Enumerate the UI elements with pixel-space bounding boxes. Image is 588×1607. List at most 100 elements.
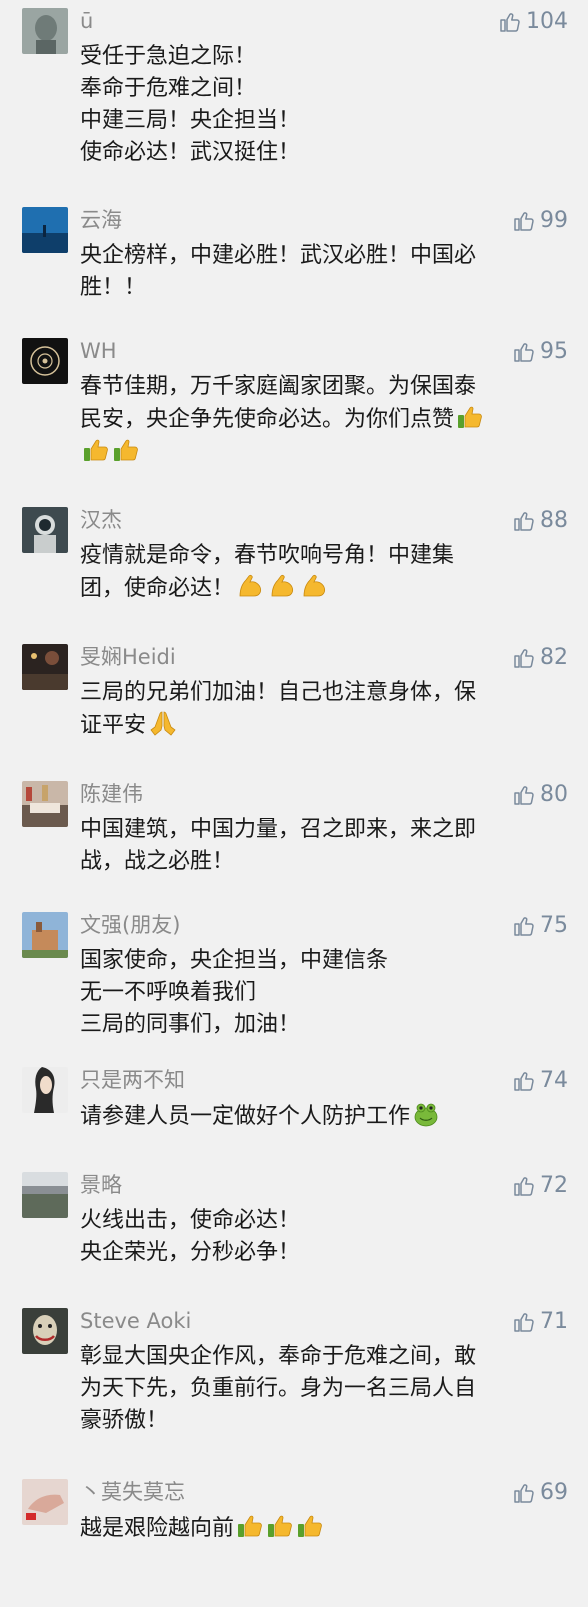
like-count: 69 (540, 1480, 568, 1505)
like-count: 74 (540, 1068, 568, 1093)
comment-line: 彰显大国央企作风，奉命于危难之间，敢 (80, 1344, 477, 1369)
like-count: 104 (526, 9, 568, 34)
comment-text: 受任于急迫之际！ 奉命于危难之间！ 中建三局！央企担当！ 使命必达！武汉挺住！ (80, 41, 560, 169)
avatar[interactable] (22, 912, 68, 958)
thumbs-up-outline-icon (514, 1072, 534, 1091)
comment-line: 证平安 (80, 709, 560, 742)
comment-line: 疫情就是命令，春节吹响号角！中建集 (80, 543, 455, 568)
comment-text: 请参建人员一定做好个人防护工作 (80, 1100, 560, 1133)
commenter-name[interactable]: 汉杰 (80, 507, 122, 533)
comment-text: 中国建筑，中国力量，召之即来，来之即 战，战之必胜！ (80, 814, 560, 878)
comment-line: 胜！！ (80, 275, 147, 300)
thumbs-up-outline-icon (514, 649, 534, 668)
commenter-name[interactable]: 文强(朋友) (80, 912, 180, 938)
like-button[interactable]: 88 (512, 507, 568, 535)
thumbs-up-outline-icon (514, 1484, 534, 1503)
avatar[interactable] (22, 338, 68, 384)
comment-line: 使命必达！武汉挺住！ (80, 140, 301, 165)
thumbs-up-outline-icon (514, 212, 534, 231)
comment-line: 战，战之必胜！ (80, 849, 235, 874)
avatar[interactable] (22, 644, 68, 690)
like-count: 80 (540, 782, 568, 807)
comment-line: 火线出击，使命必达！ (80, 1208, 301, 1233)
commenter-name[interactable]: WH (80, 338, 117, 364)
comment-line: 央企榜样，中建必胜！武汉必胜！中国必 (80, 243, 477, 268)
like-button[interactable]: 75 (512, 912, 568, 940)
comment-line: 三局的兄弟们加油！自己也注意身体，保 (80, 680, 477, 705)
like-count: 71 (540, 1309, 568, 1334)
flexed-biceps-emoji-icon (271, 574, 294, 597)
like-count: 82 (540, 645, 568, 670)
like-button[interactable]: 72 (512, 1172, 568, 1200)
like-button[interactable]: 69 (512, 1479, 568, 1507)
like-count: 88 (540, 508, 568, 533)
comment-line: 越是艰险越向前 (80, 1512, 560, 1545)
avatar[interactable] (22, 507, 68, 553)
avatar[interactable] (22, 207, 68, 253)
thumbs-up-outline-icon (514, 1177, 534, 1196)
comment-line: 国家使命，央企担当，中建信条 (80, 948, 389, 973)
thumbs-up-outline-icon (514, 343, 534, 362)
comment-line: 民安，央企争先使命必达。为你们点赞 (80, 403, 560, 436)
comment-text: 央企榜样，中建必胜！武汉必胜！中国必 胜！！ (80, 240, 560, 304)
comment-text: 火线出击，使命必达！ 央企荣光，分秒必争！ (80, 1205, 560, 1269)
avatar[interactable] (22, 1479, 68, 1525)
like-count: 75 (540, 913, 568, 938)
comment-line: 中国建筑，中国力量，召之即来，来之即 (80, 817, 477, 842)
thumbs-up-emoji-icon (114, 439, 138, 461)
like-button[interactable]: 80 (512, 781, 568, 809)
comment-text: 春节佳期，万千家庭阖家团聚。为保国泰 民安，央企争先使命必达。为你们点赞 (80, 371, 560, 469)
comment-line (80, 436, 560, 469)
commenter-name[interactable]: ū (80, 8, 93, 34)
commenter-name[interactable]: 陈建伟 (80, 781, 143, 807)
thumbs-up-emoji-icon (458, 406, 482, 428)
like-count: 99 (540, 208, 568, 233)
avatar[interactable] (22, 781, 68, 827)
commenter-name[interactable]: 景略 (80, 1172, 122, 1198)
commenter-name[interactable]: 云海 (80, 207, 122, 233)
thumbs-up-outline-icon (514, 786, 534, 805)
commenter-name[interactable]: 只是两不知 (80, 1067, 185, 1093)
like-button[interactable]: 99 (512, 207, 568, 235)
comment-line: 为天下先，负重前行。身为一名三局人自 (80, 1376, 477, 1401)
avatar[interactable] (22, 1067, 68, 1113)
comment-list: ū 104 受任于急迫之际！ 奉命于危难之间！ 中建三局！央企担当！ 使命必达！… (0, 0, 588, 1607)
comment-text: 彰显大国央企作风，奉命于危难之间，敢 为天下先，负重前行。身为一名三局人自 豪骄… (80, 1341, 560, 1437)
comment-line: 春节佳期，万千家庭阖家团聚。为保国泰 (80, 374, 477, 399)
like-count: 95 (540, 339, 568, 364)
thumbs-up-outline-icon (514, 512, 534, 531)
frog-emoji-icon (414, 1103, 438, 1127)
like-button[interactable]: 71 (512, 1308, 568, 1336)
comment-line: 三局的同事们，加油！ (80, 1012, 301, 1037)
comment-line-text: 团，使命必达！ (80, 576, 235, 601)
comment-line: 中建三局！央企担当！ (80, 108, 301, 133)
thumbs-up-emoji-icon (298, 1515, 322, 1537)
like-button[interactable]: 82 (512, 644, 568, 672)
avatar[interactable] (22, 8, 68, 54)
flexed-biceps-emoji-icon (303, 574, 326, 597)
comment-line: 无一不呼唤着我们 (80, 980, 257, 1005)
like-count: 72 (540, 1173, 568, 1198)
like-button[interactable]: 104 (498, 8, 568, 36)
comment-line: 团，使命必达！ (80, 572, 560, 605)
commenter-name[interactable]: 旻娴Heidi (80, 644, 176, 670)
comment-line: 豪骄傲！ (80, 1408, 169, 1433)
comment-line-text: 证平安 (80, 713, 147, 738)
like-button[interactable]: 95 (512, 338, 568, 366)
comment-text: 国家使命，央企担当，中建信条 无一不呼唤着我们 三局的同事们，加油！ (80, 945, 560, 1041)
thumbs-up-emoji-icon (238, 1515, 262, 1537)
commenter-name[interactable]: Steve Aoki (80, 1308, 191, 1334)
comment-line: 受任于急迫之际！ (80, 44, 257, 69)
avatar[interactable] (22, 1172, 68, 1218)
flexed-biceps-emoji-icon (239, 574, 262, 597)
commenter-name[interactable]: 丶莫失莫忘 (80, 1479, 185, 1505)
comment-text: 越是艰险越向前 (80, 1512, 560, 1545)
comment-line: 央企荣光，分秒必争！ (80, 1240, 301, 1265)
thumbs-up-emoji-icon (268, 1515, 292, 1537)
thumbs-up-outline-icon (500, 13, 520, 32)
thumbs-up-outline-icon (514, 1313, 534, 1332)
comment-line-text: 越是艰险越向前 (80, 1516, 235, 1541)
thumbs-up-outline-icon (514, 917, 534, 936)
like-button[interactable]: 74 (512, 1067, 568, 1095)
avatar[interactable] (22, 1308, 68, 1354)
